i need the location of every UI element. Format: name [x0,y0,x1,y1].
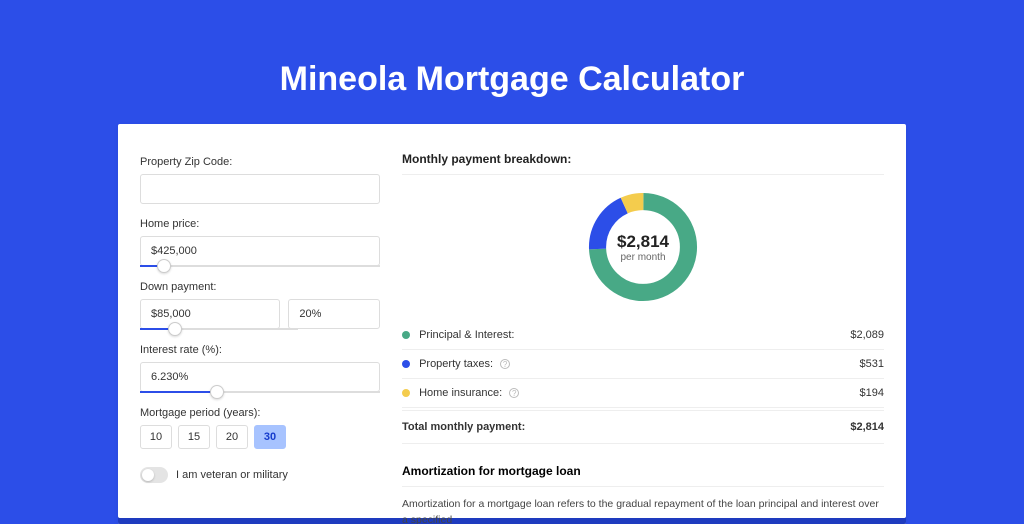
breakdown-row-insurance: Home insurance: ? $194 [402,379,884,408]
legend-dot-icon [402,389,410,397]
slider-thumb[interactable] [210,385,224,399]
breakdown-row-principal: Principal & Interest: $2,089 [402,321,884,350]
period-20-button[interactable]: 20 [216,425,248,449]
donut-center-value: $2,814 [617,232,669,252]
down-payment-amount-input[interactable] [140,299,280,329]
breakdown-item-label: Principal & Interest: [419,329,514,341]
period-10-button[interactable]: 10 [140,425,172,449]
inputs-column: Property Zip Code: Home price: Down paym… [140,152,380,524]
breakdown-total-row: Total monthly payment: $2,814 [402,410,884,444]
breakdown-title: Monthly payment breakdown: [402,152,884,175]
breakdown-item-value: $531 [860,358,884,370]
home-price-input[interactable] [140,236,380,266]
interest-field: Interest rate (%): [140,344,380,393]
home-price-label: Home price: [140,218,380,230]
home-price-slider[interactable] [140,265,380,267]
donut-center: $2,814 per month [583,187,703,307]
breakdown-item-value: $194 [860,387,884,399]
donut-chart-wrap: $2,814 per month [402,187,884,307]
down-payment-percent-input[interactable] [288,299,380,329]
period-options: 10 15 20 30 [140,425,380,449]
down-payment-label: Down payment: [140,281,380,293]
breakdown-item-value: $2,089 [850,329,884,341]
home-price-field: Home price: [140,218,380,267]
breakdown-total-value: $2,814 [850,421,884,433]
breakdown-column: Monthly payment breakdown: $2,814 per mo… [402,152,884,524]
veteran-row: I am veteran or military [140,467,380,483]
calculator-card: Property Zip Code: Home price: Down paym… [118,124,906,524]
zip-input[interactable] [140,174,380,204]
period-30-button[interactable]: 30 [254,425,286,449]
period-label: Mortgage period (years): [140,407,380,419]
period-field: Mortgage period (years): 10 15 20 30 [140,407,380,449]
zip-label: Property Zip Code: [140,156,380,168]
veteran-label: I am veteran or military [176,469,288,481]
breakdown-item-label: Property taxes: [419,358,493,370]
amortization-text: Amortization for a mortgage loan refers … [402,497,884,524]
interest-slider[interactable] [140,391,380,393]
donut-center-label: per month [620,252,665,263]
down-payment-slider[interactable] [140,328,298,330]
period-15-button[interactable]: 15 [178,425,210,449]
breakdown-row-taxes: Property taxes: ? $531 [402,350,884,379]
down-payment-field: Down payment: [140,281,380,330]
legend-dot-icon [402,331,410,339]
breakdown-item-label: Home insurance: [419,387,502,399]
info-icon[interactable]: ? [509,388,519,398]
breakdown-total-label: Total monthly payment: [402,421,525,433]
zip-field: Property Zip Code: [140,156,380,204]
donut-chart: $2,814 per month [583,187,703,307]
legend-dot-icon [402,360,410,368]
veteran-toggle[interactable] [140,467,168,483]
slider-thumb[interactable] [157,259,171,273]
slider-thumb[interactable] [168,322,182,336]
info-icon[interactable]: ? [500,359,510,369]
amortization-title: Amortization for mortgage loan [402,464,884,487]
interest-input[interactable] [140,362,380,392]
interest-label: Interest rate (%): [140,344,380,356]
page-title: Mineola Mortgage Calculator [0,0,1024,124]
